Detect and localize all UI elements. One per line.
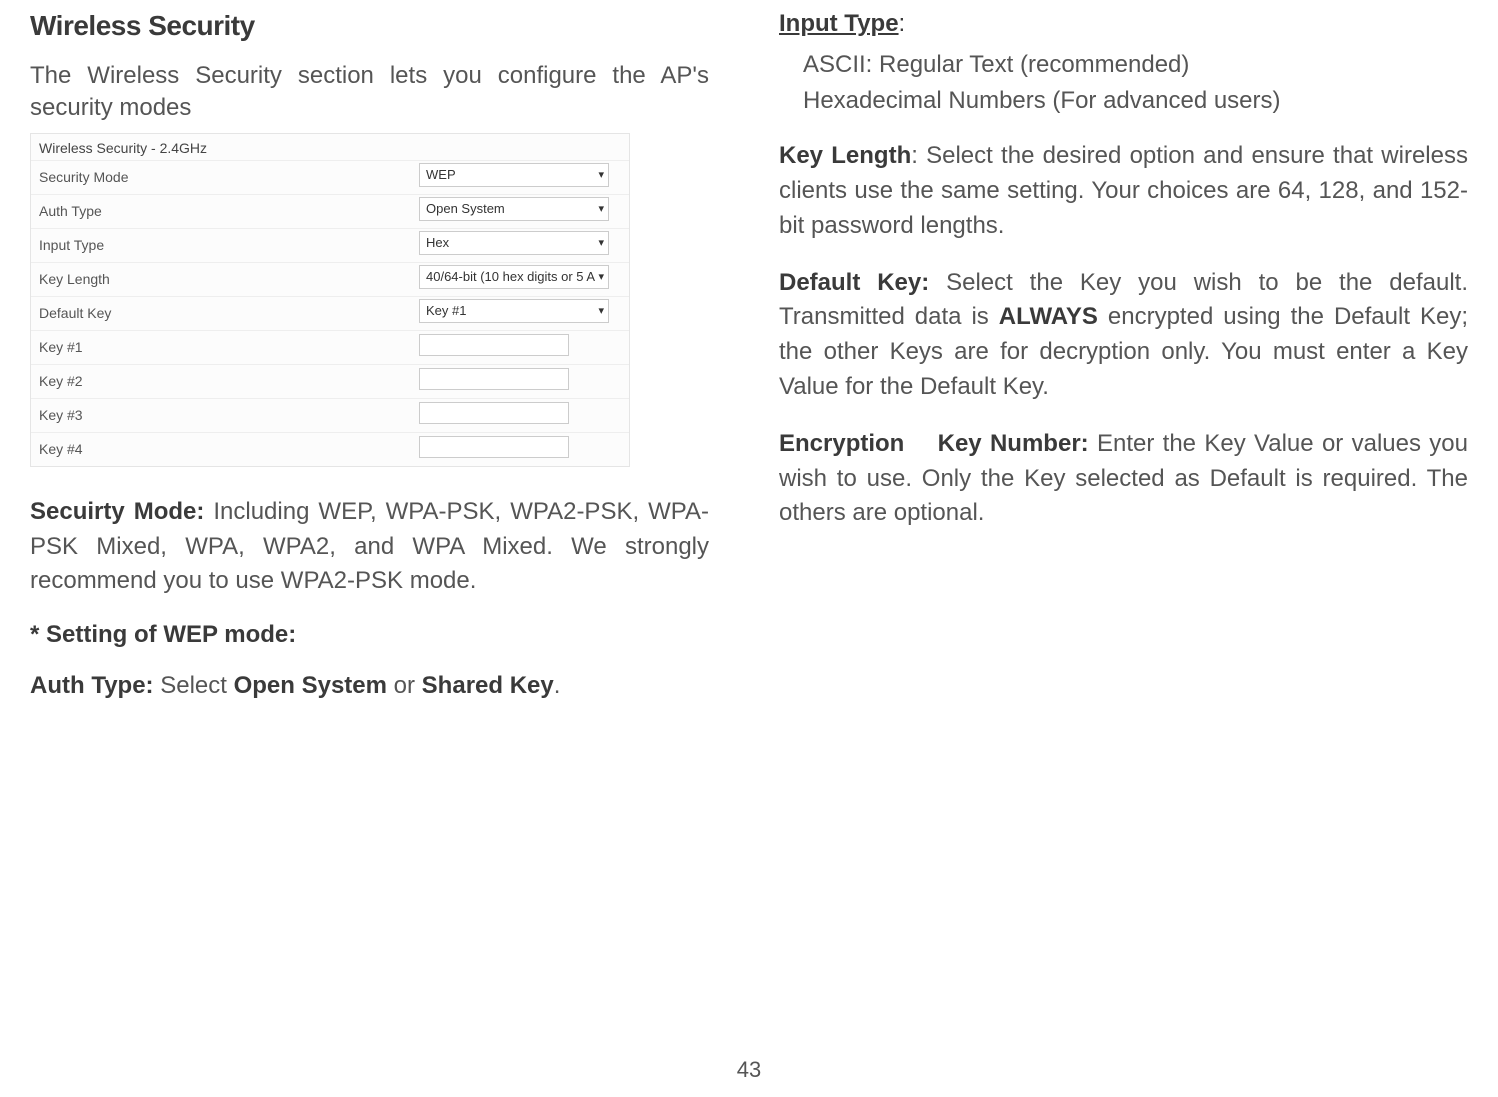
row-key3: Key #3 [31,398,629,432]
input-key4[interactable] [419,436,569,458]
label-key2: Key #2 [39,373,419,389]
auth-type-label: Auth Type: [30,672,154,699]
select-security-mode[interactable]: WEP [419,163,609,187]
auth-type-shared-key: Shared Key [422,672,554,699]
security-mode-label: Secuirty Mode: [30,498,204,525]
auth-type-text1: Select [154,672,234,699]
select-default-key[interactable]: Key #1 [419,299,609,323]
wep-mode-heading: * Setting of WEP mode: [30,621,709,649]
row-default-key: Default Key Key #1 [31,296,629,330]
intro-text: The Wireless Security section lets you c… [30,60,709,125]
select-auth-type[interactable]: Open System [419,197,609,221]
key-length-label: Key Length [779,142,911,169]
page-number: 43 [0,1057,1498,1083]
label-key-length: Key Length [39,271,419,287]
default-key-label: Default Key: [779,269,929,296]
section-title: Wireless Security [30,10,709,42]
row-key-length: Key Length 40/64-bit (10 hex digits or 5… [31,262,629,296]
row-security-mode: Security Mode WEP [31,160,629,194]
select-input-type[interactable]: Hex [419,231,609,255]
label-key3: Key #3 [39,407,419,423]
default-key-paragraph: Default Key: Select the Key you wish to … [779,266,1468,405]
wireless-security-panel: Wireless Security - 2.4GHz Security Mode… [30,133,630,467]
auth-type-text3: . [554,672,561,699]
input-type-hex: Hexadecimal Numbers (For advanced users) [779,84,1468,118]
input-type-colon: : [899,10,906,37]
default-key-always: ALWAYS [999,303,1098,330]
input-type-label: Input Type [779,10,899,37]
label-security-mode: Security Mode [39,169,419,185]
input-key2[interactable] [419,368,569,390]
row-input-type: Input Type Hex [31,228,629,262]
row-key1: Key #1 [31,330,629,364]
row-key2: Key #2 [31,364,629,398]
label-default-key: Default Key [39,305,419,321]
input-type-ascii: ASCII: Regular Text (recommended) [779,48,1468,82]
row-key4: Key #4 [31,432,629,466]
label-key1: Key #1 [39,339,419,355]
panel-title: Wireless Security - 2.4GHz [31,134,629,160]
label-auth-type: Auth Type [39,203,419,219]
security-mode-paragraph: Secuirty Mode: Including WEP, WPA-PSK, W… [30,495,709,599]
input-key1[interactable] [419,334,569,356]
input-key3[interactable] [419,402,569,424]
key-length-paragraph: Key Length: Select the desired option an… [779,139,1468,243]
auth-type-open-system: Open System [234,672,387,699]
select-key-length[interactable]: 40/64-bit (10 hex digits or 5 A [419,265,609,289]
row-auth-type: Auth Type Open System [31,194,629,228]
encryption-label: Encryption Key Number: [779,430,1089,457]
label-input-type: Input Type [39,237,419,253]
input-type-heading: Input Type: [779,10,1468,38]
label-key4: Key #4 [39,441,419,457]
auth-type-paragraph: Auth Type: Select Open System or Shared … [30,669,709,704]
auth-type-text2: or [387,672,422,699]
encryption-paragraph: Encryption Key Number: Enter the Key Val… [779,427,1468,531]
